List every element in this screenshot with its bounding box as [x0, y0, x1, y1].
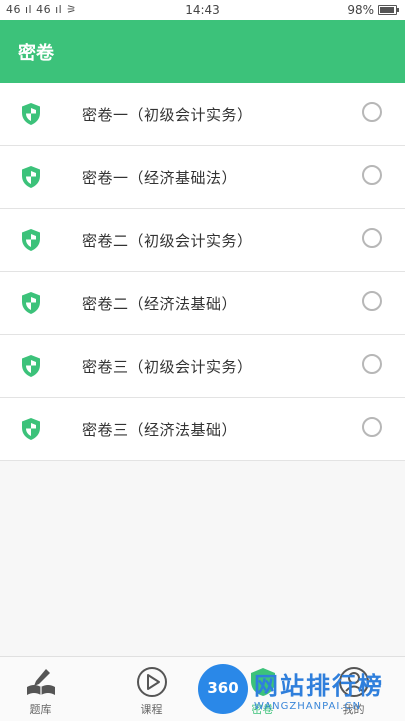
shield-icon — [22, 355, 40, 377]
shield-icon — [22, 292, 40, 314]
list-item-label: 密卷一（初级会计实务） — [82, 106, 253, 124]
list-item[interactable]: 密卷三（经济法基础） — [0, 398, 405, 461]
shield-icon — [22, 229, 40, 251]
shield-icon — [22, 166, 40, 188]
tab-label: 密卷 — [251, 703, 274, 716]
user-icon — [339, 667, 369, 697]
list-item-label: 密卷三（初级会计实务） — [82, 358, 253, 376]
select-radio[interactable] — [362, 417, 382, 437]
list-item-label: 密卷一（经济基础法） — [82, 169, 238, 187]
page-title: 密卷 — [18, 43, 54, 64]
play-circle-icon — [137, 667, 167, 697]
list-item[interactable]: 密卷一（经济基础法） — [0, 146, 405, 209]
battery-indicator: 98% — [347, 3, 399, 17]
list-item-label: 密卷二（经济法基础） — [82, 295, 238, 313]
shield-icon — [251, 668, 275, 696]
list-item[interactable]: 密卷一（初级会计实务） — [0, 83, 405, 146]
select-radio[interactable] — [362, 165, 382, 185]
status-bar: 46 ıl 46 ıl ⚞ 14:43 98% — [0, 0, 405, 20]
tab-mine[interactable]: 我的 — [313, 657, 394, 721]
shield-icon — [22, 103, 40, 125]
list-item-label: 密卷二（初级会计实务） — [82, 232, 253, 250]
status-time: 14:43 — [185, 3, 220, 17]
tab-label: 题库 — [29, 703, 52, 716]
battery-icon — [378, 5, 399, 15]
tab-label: 课程 — [140, 703, 163, 716]
battery-percent: 98% — [347, 3, 374, 17]
select-radio[interactable] — [362, 228, 382, 248]
select-radio[interactable] — [362, 291, 382, 311]
shield-icon — [22, 418, 40, 440]
app-bar: 密卷 — [0, 20, 405, 83]
list-item[interactable]: 密卷二（经济法基础） — [0, 272, 405, 335]
select-radio[interactable] — [362, 354, 382, 374]
list-item[interactable]: 密卷二（初级会计实务） — [0, 209, 405, 272]
tab-secret-papers[interactable]: 密卷 — [222, 657, 303, 721]
tab-question-bank[interactable]: 题库 — [0, 657, 81, 721]
paper-list: 密卷一（初级会计实务） 密卷一（经济基础法） 密卷二（初级会计实务） 密卷二（经… — [0, 83, 405, 461]
list-item-label: 密卷三（经济法基础） — [82, 421, 238, 439]
list-item[interactable]: 密卷三（初级会计实务） — [0, 335, 405, 398]
book-pen-icon — [27, 669, 55, 695]
tab-label: 我的 — [342, 703, 365, 716]
tab-courses[interactable]: 课程 — [111, 657, 192, 721]
bottom-tab-bar: 题库 课程 密卷 我的 — [0, 656, 405, 721]
select-radio[interactable] — [362, 102, 382, 122]
